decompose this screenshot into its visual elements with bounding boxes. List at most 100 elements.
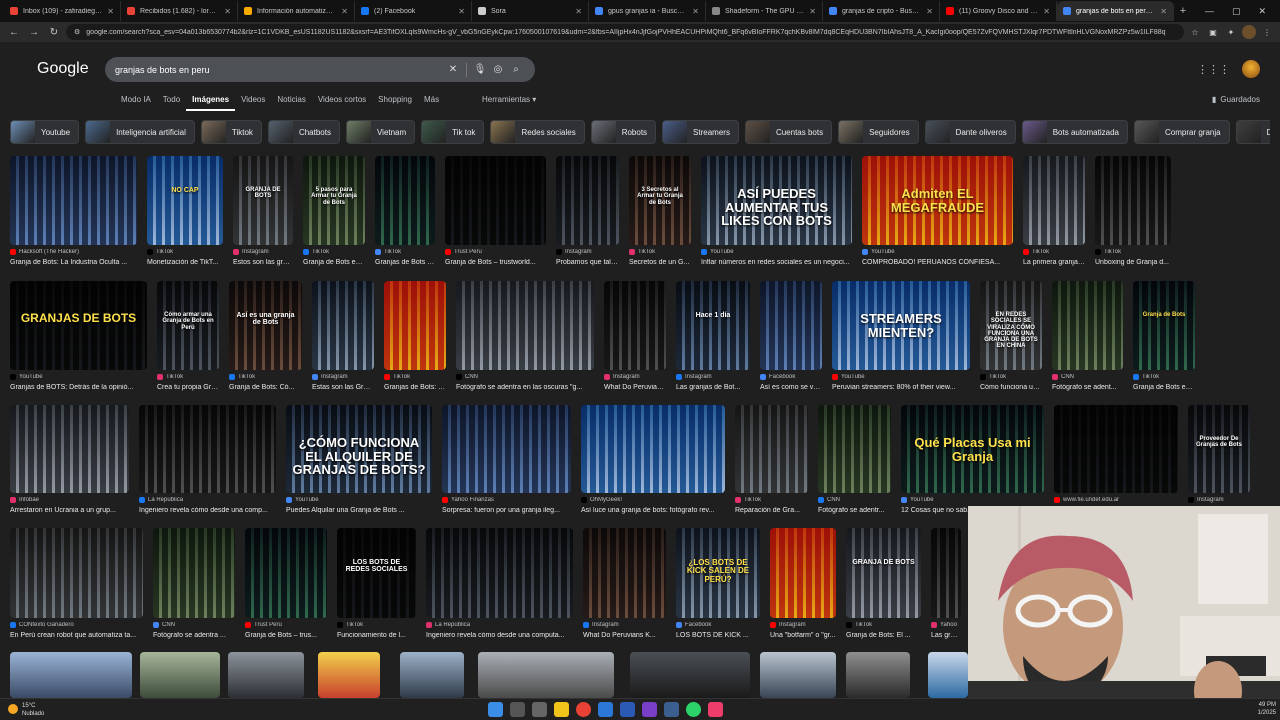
result-source[interactable]: Infobae [10,497,129,503]
image-result[interactable]: TikTok Unboxing de Granja d... [1095,156,1171,273]
result-source[interactable]: La República [426,622,573,628]
image-result[interactable]: CNN Fotógrafo se adentra ... [153,528,235,646]
result-caption[interactable]: Ingeniero revela cómo desde una computa.… [426,632,573,639]
result-thumbnail[interactable] [556,156,619,245]
result-source[interactable]: TikTok [147,249,223,255]
result-caption[interactable]: Las gran... [931,632,961,639]
result-caption[interactable]: What Do Peruvians K... [583,632,666,639]
result-source[interactable]: Yahoo Finanzas [442,497,571,503]
result-thumbnail[interactable] [312,281,374,370]
result-thumbnail[interactable] [10,405,129,493]
image-result[interactable]: TikTok Granjas de Bots e... [375,156,435,273]
result-source[interactable]: TikTok [229,374,302,380]
result-thumbnail[interactable] [456,281,594,370]
result-thumbnail[interactable] [445,156,546,245]
result-source[interactable]: Instagram [770,622,836,628]
result-source[interactable]: TikTok [629,249,691,255]
image-result[interactable]: Yahoo Las gran... [931,528,961,646]
result-thumbnail[interactable] [676,281,750,370]
image-result[interactable]: Trust Peru Granja de Bots – trus... [245,528,327,646]
result-source[interactable]: TikTok [337,622,416,628]
result-source[interactable]: YouTube [832,374,970,380]
result-caption[interactable]: Puedes Alquilar una Granja de Bots ... [286,507,432,514]
result-thumbnail[interactable] [442,405,571,493]
image-result[interactable]: Admiten EL MEGAFRAUDE YouTube COMPROBADO! … [862,156,1013,273]
result-source[interactable]: TikTok [157,374,219,380]
result-caption[interactable]: Reparación de Gra... [735,507,808,514]
image-result[interactable]: Cómo armar una Granja de Bots en Perú Tik… [157,281,219,398]
image-result[interactable]: CNN Fotógrafo se adentr... [818,405,891,521]
result-caption[interactable]: Granja de Bots – trus... [245,632,327,639]
image-result[interactable]: CNN Fotógrafo se adent... [1052,281,1123,398]
result-source[interactable]: CNN [456,374,594,380]
chrome-icon[interactable] [576,702,591,717]
image-result[interactable]: Instagram Probamos que tal f... [556,156,619,273]
result-caption[interactable]: Secretos de un G... [629,259,691,266]
result-caption[interactable]: Granja de Bots en ... [303,259,365,266]
word-icon[interactable] [620,702,635,717]
result-caption[interactable]: Granjas de Bots e... [375,259,435,266]
result-thumbnail[interactable] [1095,156,1171,245]
result-caption[interactable]: Funcionamiento de l... [337,632,416,639]
result-caption[interactable]: Una "botfarm" o "gr... [770,632,836,639]
result-source[interactable]: Trust Peru [245,622,327,628]
result-source[interactable]: Instagram [233,249,293,255]
result-source[interactable]: YouTube [901,497,1044,503]
result-thumbnail[interactable] [583,528,666,618]
result-source[interactable]: CNN [818,497,891,503]
result-source[interactable]: TikTok [375,249,435,255]
result-source[interactable]: TikTok [1023,249,1085,255]
result-source[interactable]: www.fie.undef.edu.ar [1054,497,1178,503]
result-thumbnail[interactable] [228,652,304,698]
result-caption[interactable]: Granja de Bots en ... [1133,384,1195,391]
image-result[interactable] [928,652,968,698]
image-result[interactable]: OhMyGeek! Así luce una granja de bots: fo… [581,405,725,521]
search-taskbar-icon[interactable] [510,702,525,717]
system-clock[interactable]: 49 PM 1/2025 [1258,701,1276,717]
result-caption[interactable]: LOS BOTS DE KICK ... [676,632,760,639]
result-caption[interactable]: Unboxing de Granja d... [1095,259,1171,266]
result-thumbnail[interactable] [846,652,910,698]
result-thumbnail[interactable] [426,528,573,618]
result-caption[interactable]: Así es como se ve ... [760,384,822,391]
result-caption[interactable]: Inflar números en redes sociales es un n… [701,259,852,266]
result-thumbnail[interactable] [318,652,380,698]
result-caption[interactable]: Fotógrafo se adentra ... [153,632,235,639]
result-thumbnail[interactable] [604,281,666,370]
result-source[interactable]: Hacksoft (The Hacker) [10,249,137,255]
image-result[interactable]: GRANJA DE BOTS Instagram Estos son las gra… [233,156,293,273]
result-source[interactable]: TikTok [1095,249,1171,255]
result-caption[interactable]: En Perú crean robot que automatiza ta... [10,632,143,639]
result-source[interactable]: TikTok [846,622,921,628]
image-result[interactable]: Qué Placas Usa mi Granja YouTube 12 Cosas … [901,405,1044,521]
result-caption[interactable]: La primera granja ... [1023,259,1085,266]
image-result[interactable] [846,652,910,698]
image-result[interactable]: ASÍ PUEDES AUMENTAR TUS LIKES CON BOTS Yo… [701,156,852,273]
result-source[interactable]: Instagram [556,249,619,255]
result-caption[interactable]: Cómo funciona un... [980,384,1042,391]
result-source[interactable]: Instagram [676,374,750,380]
image-result[interactable]: 3 Secretos al Armar tu Granja de Bots Tik… [629,156,691,273]
result-caption[interactable]: Granjas de Bots: D... [384,384,446,391]
result-thumbnail[interactable] [147,156,223,245]
result-source[interactable]: CNN [1052,374,1123,380]
image-result[interactable] [228,652,304,698]
result-caption[interactable]: What Do Peruvian... [604,384,666,391]
start-icon[interactable] [488,702,503,717]
image-result[interactable]: Instagram What Do Peruvians K... [583,528,666,646]
image-result[interactable]: NO CAP TikTok Monetización de TikT... [147,156,223,273]
image-result[interactable]: ¿CÓMO FUNCIONA EL ALQUILER DE GRANJAS DE… [286,405,432,521]
result-caption[interactable]: Peruvian streamers: 80% of their view... [832,384,970,391]
image-result[interactable] [318,652,380,698]
result-caption[interactable]: Sorpresa: fueron por una granja ileg... [442,507,571,514]
result-thumbnail[interactable] [478,652,614,698]
image-result[interactable]: www.fie.undef.edu.ar [1054,405,1178,521]
result-source[interactable]: YouTube [701,249,852,255]
result-thumbnail[interactable] [139,405,276,493]
result-source[interactable]: Facebook [676,622,760,628]
result-source[interactable]: Facebook [760,374,822,380]
result-caption[interactable]: Arrestaron en Ucrania a un grup... [10,507,129,514]
image-result[interactable]: TikTok La primera granja ... [1023,156,1085,273]
result-source[interactable]: OhMyGeek! [581,497,725,503]
result-source[interactable]: Instagram [604,374,666,380]
